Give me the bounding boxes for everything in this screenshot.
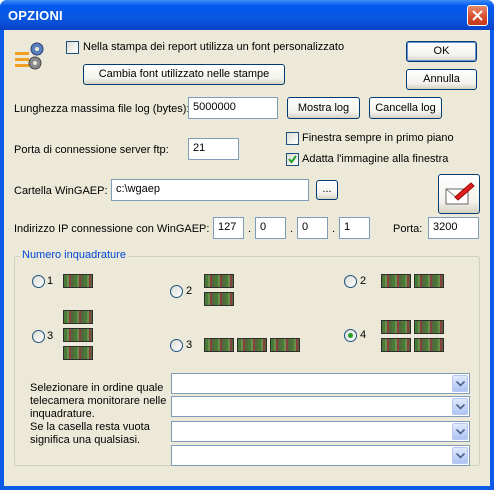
ip-octet-3[interactable]: 0	[297, 217, 328, 239]
frame-thumbnail	[204, 338, 234, 352]
ip-dot: .	[332, 223, 336, 235]
folder-label: Cartella WinGAEP:	[14, 185, 108, 197]
gears-icon	[15, 42, 44, 70]
always-on-top-checkbox[interactable]	[286, 132, 299, 145]
frames-group-label: Numero inquadrature	[20, 249, 128, 261]
checkmark-icon	[288, 155, 297, 164]
dialog-body: Nella stampa dei report utilizza un font…	[4, 30, 490, 486]
mail-edit-icon	[445, 182, 475, 205]
ftp-port-label: Porta di connessione server ftp:	[14, 144, 169, 156]
layout-radio-1-label: 1	[47, 275, 54, 287]
ip-octet-4[interactable]: 1	[339, 217, 370, 239]
frame-thumbnail	[381, 338, 411, 352]
layout-radio-3h-label: 3	[186, 339, 193, 351]
ip-octet-1[interactable]: 127	[213, 217, 244, 239]
options-dialog: OPZIONI Nella stampa dei report utilizza…	[0, 0, 494, 490]
port-input[interactable]: 3200	[428, 217, 479, 239]
frame-thumbnail	[63, 346, 93, 360]
layout-radio-3h[interactable]	[170, 339, 183, 352]
frame-thumbnail	[381, 274, 411, 288]
frame-thumbnail	[381, 320, 411, 334]
ip-octet-2[interactable]: 0	[255, 217, 286, 239]
layout-radio-1[interactable]	[32, 275, 45, 288]
layout-radio-4[interactable]	[344, 329, 357, 342]
camera-select-2[interactable]	[171, 396, 470, 417]
cancel-button[interactable]: Annulla	[406, 69, 477, 90]
ok-button[interactable]: OK	[406, 41, 477, 62]
frame-thumbnail	[63, 310, 93, 324]
chevron-down-icon	[456, 429, 465, 435]
instruction-line: Selezionare in ordine quale	[30, 382, 164, 394]
chevron-down-icon	[456, 381, 465, 387]
chevron-down-icon	[456, 404, 465, 410]
layout-radio-2h[interactable]	[344, 275, 357, 288]
frame-thumbnail	[414, 274, 444, 288]
browse-button[interactable]: ...	[316, 180, 338, 200]
layout-radio-3v-label: 3	[47, 330, 54, 342]
layout-radio-2v-label: 2	[186, 285, 193, 297]
dropdown-arrow-button[interactable]	[452, 375, 468, 392]
camera-select-3[interactable]	[171, 421, 470, 442]
layout-radio-2v[interactable]	[170, 285, 183, 298]
ip-dot: .	[248, 223, 252, 235]
instruction-line: significa una qualsiasi.	[30, 434, 141, 446]
camera-select-1[interactable]	[171, 373, 470, 394]
custom-font-checkbox[interactable]	[66, 41, 79, 54]
frame-thumbnail	[63, 328, 93, 342]
frame-thumbnail	[237, 338, 267, 352]
close-icon	[472, 10, 483, 21]
port-label: Porta:	[393, 223, 423, 235]
ip-label: Indirizzo IP connessione con WinGAEP:	[14, 223, 210, 235]
instruction-line: inquadrature.	[30, 408, 95, 420]
ftp-port-input[interactable]: 21	[188, 138, 239, 160]
log-size-label: Lunghezza massima file log (bytes):	[14, 103, 190, 115]
always-on-top-label: Finestra sempre in primo piano	[302, 132, 454, 144]
fit-image-label: Adatta l'immagine alla finestra	[302, 153, 449, 165]
chevron-down-icon	[456, 453, 465, 459]
log-size-input[interactable]: 5000000	[188, 97, 278, 119]
folder-input[interactable]: c:\wgaep	[111, 179, 309, 201]
dropdown-arrow-button[interactable]	[452, 398, 468, 415]
dropdown-arrow-button[interactable]	[452, 447, 468, 464]
layout-radio-3v[interactable]	[32, 330, 45, 343]
custom-font-label: Nella stampa dei report utilizza un font…	[83, 41, 345, 53]
change-font-button[interactable]: Cambia font utilizzato nelle stampe	[83, 64, 285, 85]
dropdown-arrow-button[interactable]	[452, 423, 468, 440]
camera-select-4[interactable]	[171, 445, 470, 466]
instruction-line: Se la casella resta vuota	[30, 421, 150, 433]
frame-thumbnail	[204, 292, 234, 306]
window-title: OPZIONI	[8, 8, 63, 23]
fit-image-checkbox[interactable]	[286, 153, 299, 166]
layout-radio-4-label: 4	[360, 329, 367, 341]
frame-thumbnail	[63, 274, 93, 288]
frame-thumbnail	[204, 274, 234, 288]
instruction-line: telecamera monitorare nelle	[30, 395, 167, 407]
frame-thumbnail	[414, 320, 444, 334]
layout-radio-2h-label: 2	[360, 275, 367, 287]
show-log-button[interactable]: Mostra log	[287, 97, 360, 119]
clear-log-button[interactable]: Cancella log	[369, 97, 442, 119]
ip-dot: .	[290, 223, 294, 235]
mail-edit-button[interactable]	[438, 174, 480, 214]
title-bar[interactable]: OPZIONI	[0, 0, 494, 30]
frame-thumbnail	[414, 338, 444, 352]
close-button[interactable]	[467, 5, 488, 26]
frame-thumbnail	[270, 338, 300, 352]
